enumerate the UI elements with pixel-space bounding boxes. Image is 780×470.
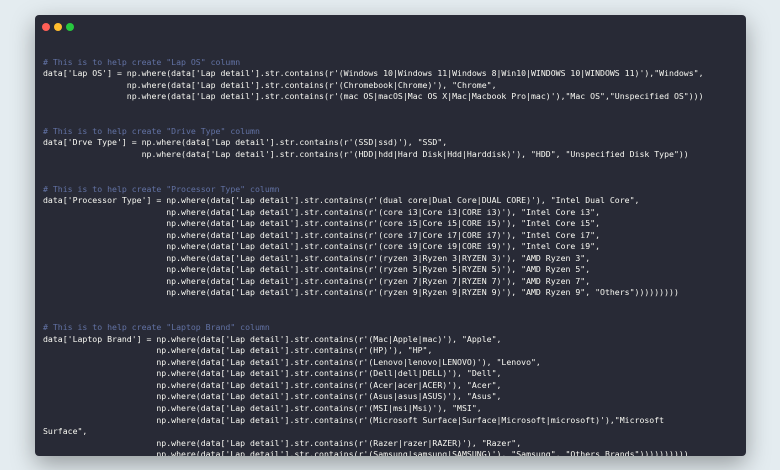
- code-line: np.where(data['Lap detail'].str.contains…: [43, 287, 679, 298]
- minimize-window-icon[interactable]: [54, 23, 62, 31]
- code-line: Surface",: [43, 426, 88, 437]
- window-titlebar: [35, 15, 746, 39]
- code-comment-line: # This is to help create "Laptop Brand" …: [43, 322, 270, 333]
- code-comment-line: # This is to help create "Lap OS" column: [43, 56, 241, 67]
- code-line: np.where(data['Lap detail'].str.contains…: [43, 229, 601, 240]
- code-line: np.where(data['Lap detail'].str.contains…: [43, 356, 541, 367]
- code-comment-line: # This is to help create "Processor Type…: [43, 183, 280, 194]
- code-line: np.where(data['Lap detail'].str.contains…: [43, 241, 601, 252]
- code-line: np.where(data['Lap detail'].str.contains…: [43, 264, 591, 275]
- code-line: np.where(data['Lap detail'].str.contains…: [43, 252, 591, 263]
- code-line: np.where(data['Lap detail'].str.contains…: [43, 79, 497, 90]
- code-line: np.where(data['Lap detail'].str.contains…: [43, 91, 704, 102]
- code-line: np.where(data['Lap detail'].str.contains…: [43, 402, 482, 413]
- code-comment-line: # This is to help create "Drive Type" co…: [43, 125, 260, 136]
- code-line: np.where(data['Lap detail'].str.contains…: [43, 148, 689, 159]
- code-line: np.where(data['Lap detail'].str.contains…: [43, 391, 502, 402]
- code-line: data['Drve Type'] = np.where(data['Lap d…: [43, 137, 448, 148]
- code-line: np.where(data['Lap detail'].str.contains…: [43, 414, 665, 425]
- maximize-window-icon[interactable]: [66, 23, 74, 31]
- code-line: data['Laptop Brand'] = np.where(data['La…: [43, 333, 502, 344]
- code-line: np.where(data['Lap detail'].str.contains…: [43, 368, 502, 379]
- code-line: np.where(data['Lap detail'].str.contains…: [43, 449, 689, 456]
- code-line: np.where(data['Lap detail'].str.contains…: [43, 345, 433, 356]
- code-line: data['Lap OS'] = np.where(data['Lap deta…: [43, 68, 704, 79]
- code-block: # This is to help create "Lap OS" column…: [43, 45, 740, 456]
- code-line: np.where(data['Lap detail'].str.contains…: [43, 206, 601, 217]
- code-window: # This is to help create "Lap OS" column…: [35, 15, 746, 456]
- code-line: data['Processor Type'] = np.where(data['…: [43, 195, 640, 206]
- close-window-icon[interactable]: [42, 23, 50, 31]
- code-line: np.where(data['Lap detail'].str.contains…: [43, 379, 502, 390]
- code-line: np.where(data['Lap detail'].str.contains…: [43, 437, 522, 448]
- code-line: np.where(data['Lap detail'].str.contains…: [43, 218, 601, 229]
- code-line: np.where(data['Lap detail'].str.contains…: [43, 275, 591, 286]
